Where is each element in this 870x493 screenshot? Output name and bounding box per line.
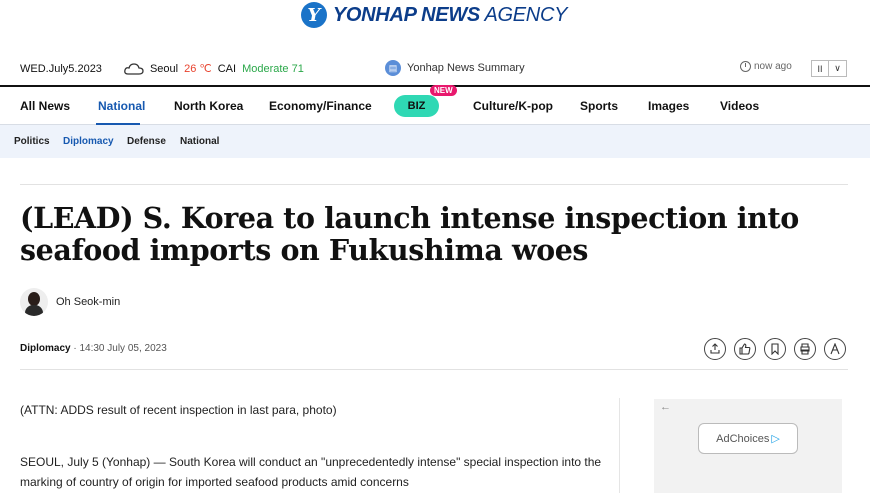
nav-biz[interactable]: BIZ (394, 95, 439, 117)
news-summary-link[interactable]: ▤ Yonhap News Summary (385, 60, 525, 76)
logo-text: YONHAP NEWS AGENCY (332, 3, 568, 26)
yonhap-logo-icon: Y (300, 2, 327, 28)
ticker-time: now ago (740, 61, 792, 72)
pause-button[interactable]: II (811, 60, 829, 77)
temperature: 26 ℃ (184, 63, 212, 75)
main-nav: All News National North Korea Economy/Fi… (0, 85, 870, 125)
cai-value: Moderate 71 (242, 62, 304, 75)
share-icon[interactable] (704, 338, 726, 360)
clock-icon (740, 61, 751, 72)
ad-back-icon[interactable]: ← (660, 401, 671, 413)
subnav-defense[interactable]: Defense (127, 136, 166, 147)
article-timestamp: · 14:30 July 05, 2023 (73, 343, 167, 354)
column-divider (619, 398, 620, 493)
adchoices-button[interactable]: AdChoices ▷ (698, 423, 798, 454)
new-badge: NEW (430, 85, 457, 96)
nav-national[interactable]: National (98, 99, 145, 113)
nav-north-korea[interactable]: North Korea (174, 99, 243, 113)
article-tools (704, 338, 846, 360)
divider (20, 369, 848, 370)
nav-videos[interactable]: Videos (720, 99, 759, 113)
subnav-national[interactable]: National (180, 136, 219, 147)
nav-culture-kpop[interactable]: Culture/K-pop (473, 99, 553, 113)
section-link[interactable]: Diplomacy (20, 343, 71, 354)
article-body: SEOUL, July 5 (Yonhap) — South Korea wil… (20, 455, 602, 489)
info-bar: WED.July5.2023 Seoul 26 ℃ CAI Moderate 7… (0, 55, 870, 85)
city-label: Seoul (149, 62, 179, 75)
nav-sports[interactable]: Sports (580, 99, 618, 113)
cloud-icon (124, 62, 144, 75)
site-logo[interactable]: Y YONHAP NEWS AGENCY (0, 0, 870, 30)
author-avatar (20, 288, 48, 316)
date-label: WED.July5.2023 (20, 62, 102, 75)
subnav-diplomacy[interactable]: Diplomacy (63, 136, 114, 147)
print-icon[interactable] (794, 338, 816, 360)
nav-images[interactable]: Images (648, 99, 689, 113)
author-block[interactable]: Oh Seok-min (20, 288, 120, 316)
cai-label: CAI (217, 62, 237, 75)
article-headline: (LEAD) S. Korea to launch intense inspec… (20, 201, 799, 267)
subnav-politics[interactable]: Politics (14, 136, 50, 147)
divider (20, 184, 848, 185)
ad-slot: ← AdChoices ▷ (654, 399, 842, 493)
nav-economy-finance[interactable]: Economy/Finance (269, 99, 372, 113)
font-size-icon[interactable] (824, 338, 846, 360)
article-meta: Diplomacy · 14:30 July 05, 2023 (20, 343, 167, 354)
sub-nav: Politics Diplomacy Defense National (0, 125, 870, 158)
ticker-controls: II ∨ (811, 60, 847, 77)
like-icon[interactable] (734, 338, 756, 360)
bookmark-icon[interactable] (764, 338, 786, 360)
dropdown-button[interactable]: ∨ (829, 60, 847, 77)
attn-note: (ATTN: ADDS result of recent inspection … (20, 403, 337, 417)
summary-label: Yonhap News Summary (407, 62, 525, 74)
author-name: Oh Seok-min (56, 296, 121, 308)
summary-icon: ▤ (385, 60, 401, 76)
nav-all-news[interactable]: All News (20, 99, 70, 113)
adchoices-icon: ▷ (771, 433, 780, 445)
